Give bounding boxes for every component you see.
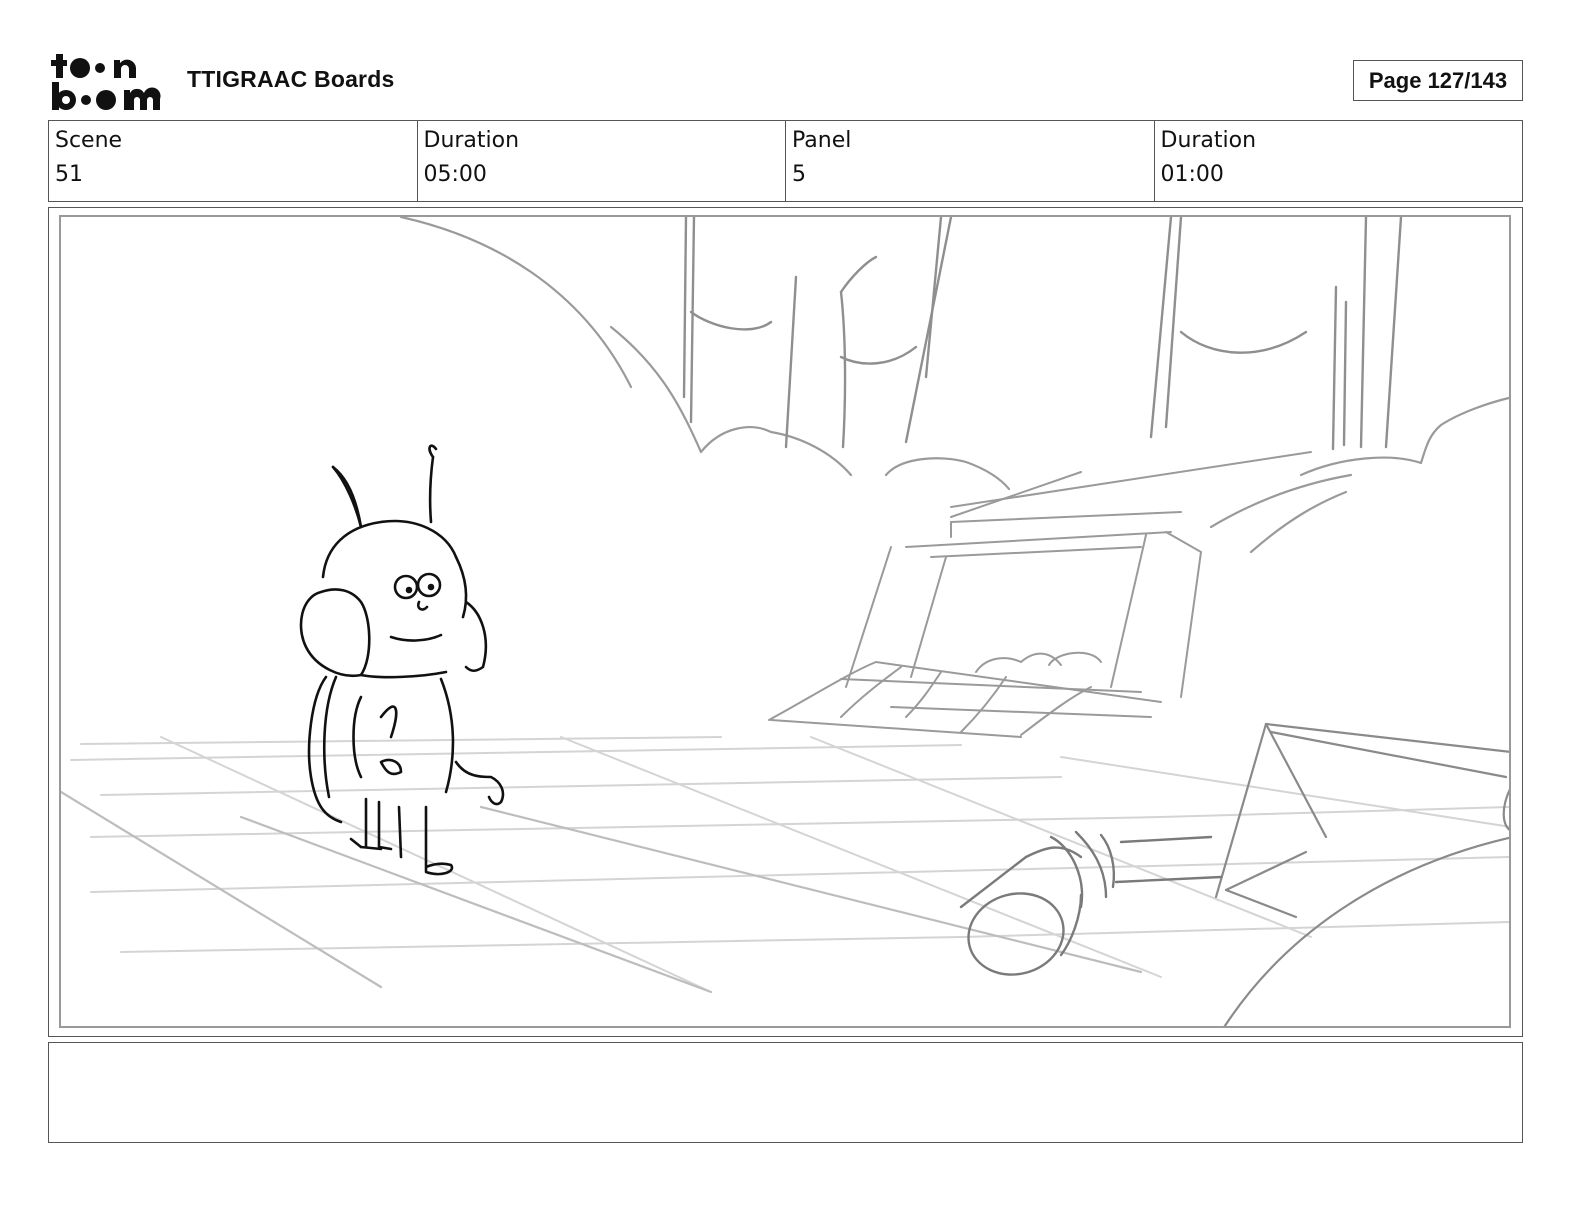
storyboard-image xyxy=(59,215,1511,1028)
scene-value: 51 xyxy=(55,162,83,187)
scene-duration-value: 05:00 xyxy=(423,162,487,187)
panel-duration-value: 01:00 xyxy=(1160,162,1224,187)
app-title: TTIGRAAC Boards xyxy=(187,66,395,92)
scene-info-table: Scene 51 Duration 05:00 Panel 5 Duration… xyxy=(48,120,1523,202)
page-indicator: Page 127/143 xyxy=(1353,60,1523,101)
scene-duration-cell: Duration 05:00 xyxy=(418,121,786,201)
storyboard-panel xyxy=(48,207,1523,1037)
scene-duration-label: Duration xyxy=(423,128,520,153)
panel-duration-label: Duration xyxy=(1160,128,1257,153)
panel-label: Panel xyxy=(792,128,852,153)
storyboard-sketch xyxy=(61,217,1509,1026)
panel-notes xyxy=(48,1042,1523,1143)
panel-value: 5 xyxy=(792,162,806,187)
panel-cell: Panel 5 xyxy=(786,121,1155,201)
toon-boom-logo xyxy=(51,54,161,110)
panel-duration-cell: Duration 01:00 xyxy=(1155,121,1523,201)
scene-label: Scene xyxy=(55,128,123,153)
scene-cell: Scene 51 xyxy=(49,121,418,201)
